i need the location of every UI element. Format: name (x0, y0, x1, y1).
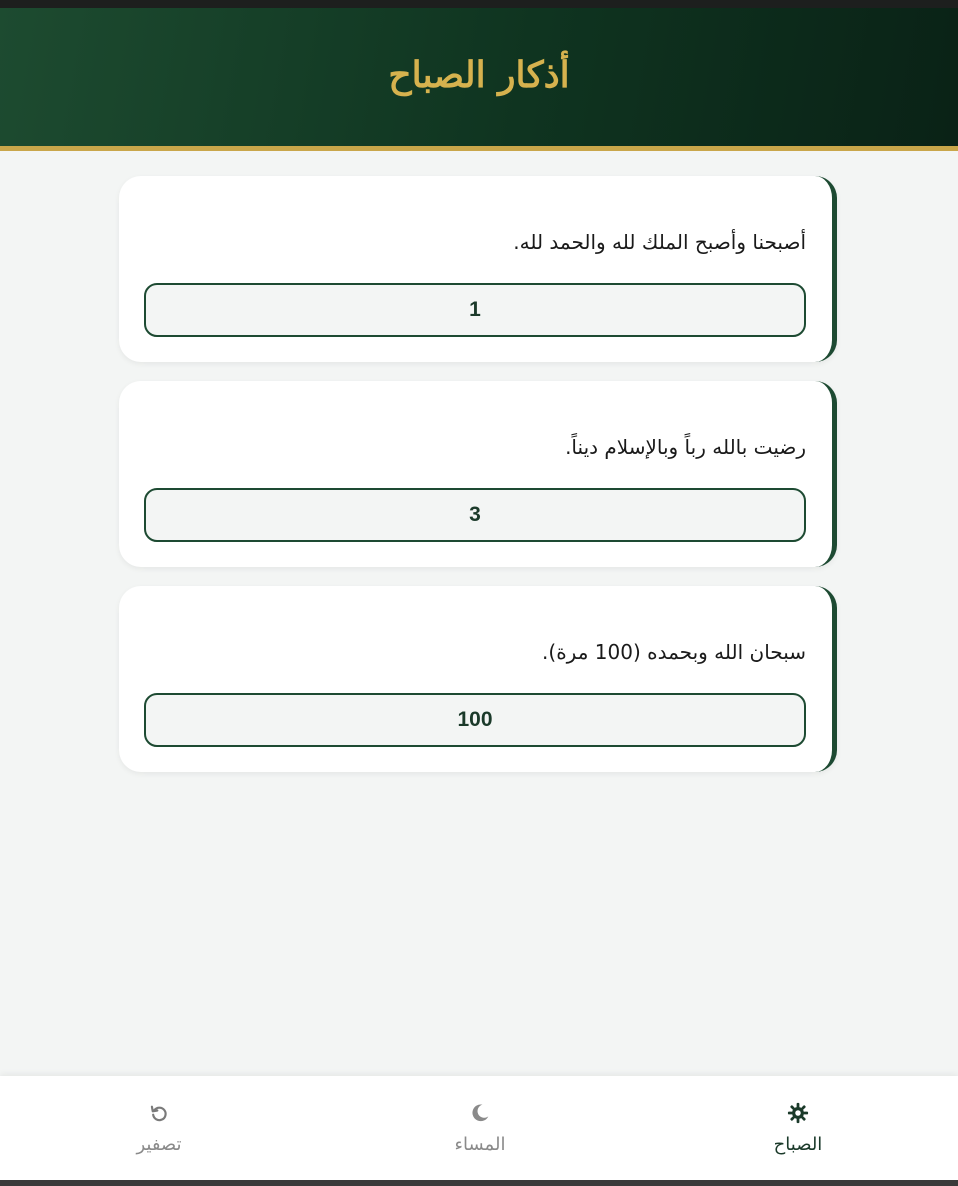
counter-button[interactable]: 1 (144, 283, 806, 337)
nav-item-reset[interactable]: تصفير (99, 1098, 219, 1155)
nav-label-evening: المساء (454, 1134, 506, 1155)
dhikr-list: أصبحنا وأصبح الملك لله والحمد لله. 1 رضي… (119, 176, 837, 791)
page-title: أذكار الصباح (388, 54, 570, 96)
dhikr-text: أصبحنا وأصبح الملك لله والحمد لله. (513, 230, 806, 254)
dhikr-text: رضيت بالله رباً وبالإسلام ديناً. (565, 435, 806, 459)
dhikr-card: سبحان الله وبحمده (100 مرة). 100 (119, 586, 837, 772)
nav-item-evening[interactable]: المساء (420, 1098, 540, 1155)
dhikr-card: أصبحنا وأصبح الملك لله والحمد لله. 1 (119, 176, 837, 362)
dhikr-card: رضيت بالله رباً وبالإسلام ديناً. 3 (119, 381, 837, 567)
app-header: أذكار الصباح (0, 8, 958, 151)
bottom-navigation: الصباح المساء تصفير (0, 1076, 958, 1180)
refresh-icon (149, 1098, 169, 1128)
dhikr-text: سبحان الله وبحمده (100 مرة). (542, 640, 806, 664)
nav-label-morning: الصباح (773, 1134, 823, 1155)
nav-item-morning[interactable]: الصباح (738, 1098, 858, 1155)
nav-label-reset: تصفير (136, 1134, 182, 1155)
sun-gear-icon (787, 1098, 809, 1128)
counter-button[interactable]: 3 (144, 488, 806, 542)
status-bar (0, 0, 958, 8)
moon-icon (470, 1098, 490, 1128)
counter-button[interactable]: 100 (144, 693, 806, 747)
bottom-edge (0, 1180, 958, 1186)
